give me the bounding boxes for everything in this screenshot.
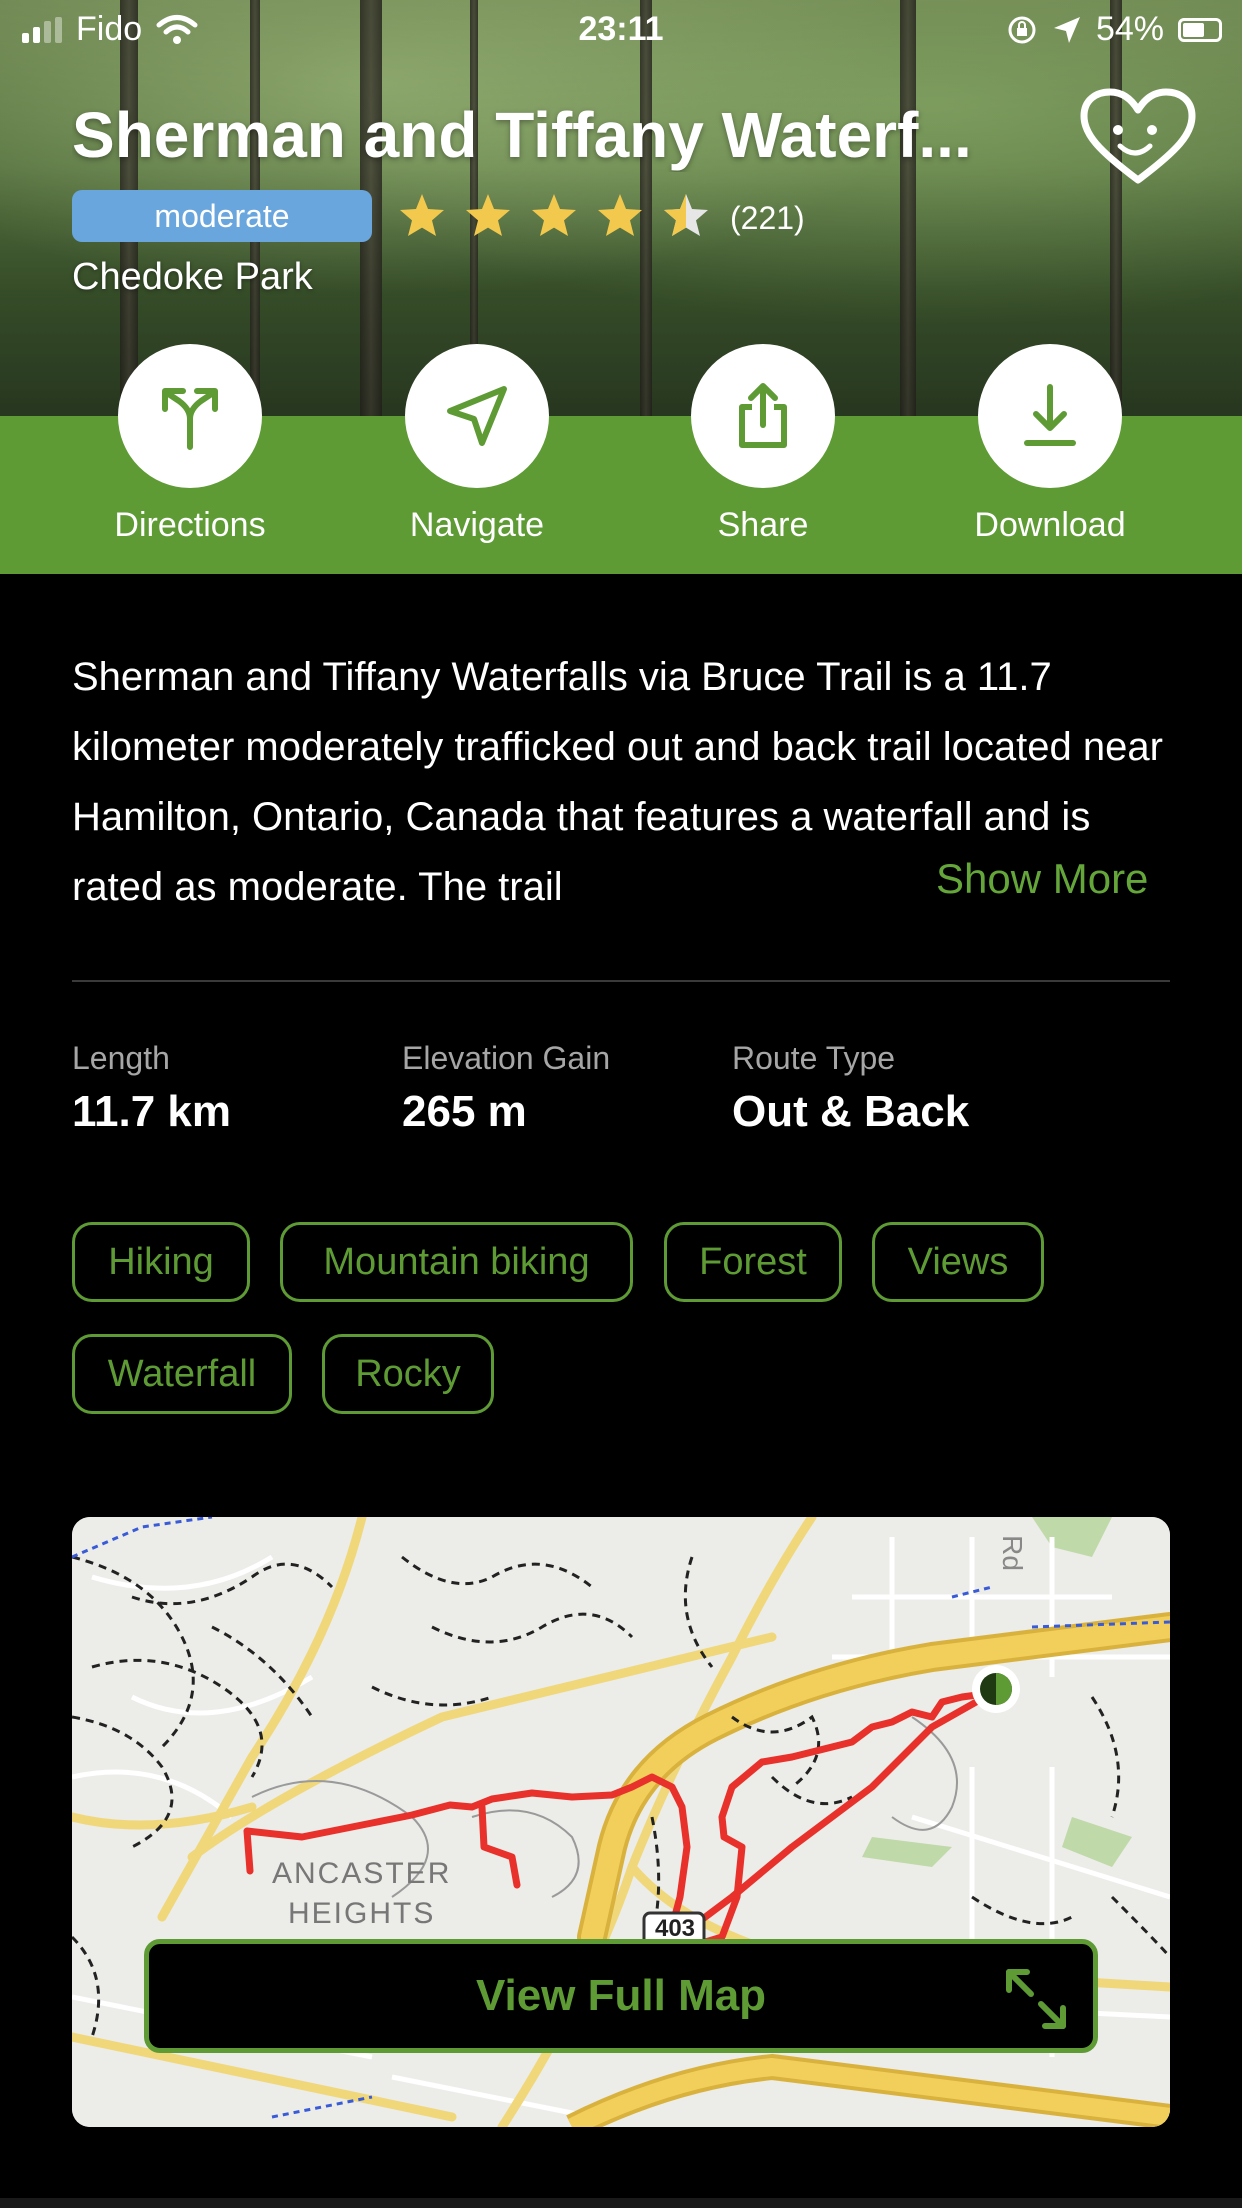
orientation-lock-icon xyxy=(1008,16,1036,43)
status-right: 54% xyxy=(1006,10,1222,49)
download-circle[interactable] xyxy=(978,344,1122,488)
expand-icon xyxy=(1006,1969,1066,2029)
show-more-link[interactable]: Show More xyxy=(930,855,1149,903)
stat-value: Out & Back xyxy=(732,1087,970,1136)
directions-label: Directions xyxy=(114,506,266,544)
navigate-button[interactable]: Navigate xyxy=(357,344,597,545)
download-label: Download xyxy=(974,506,1126,544)
share-circle[interactable] xyxy=(691,344,835,488)
section-divider xyxy=(72,980,1170,982)
tag-views[interactable]: Views xyxy=(872,1222,1044,1302)
navigate-circle[interactable] xyxy=(405,344,549,488)
stat-label: Route Type xyxy=(732,1040,896,1076)
navigate-icon xyxy=(447,386,507,446)
tag-rocky[interactable]: Rocky xyxy=(322,1334,494,1414)
navigate-label: Navigate xyxy=(409,506,545,544)
stat-route-type: Route Type Out & Back xyxy=(732,1040,969,1137)
trail-title: Sherman and Tiffany Waterf... xyxy=(72,99,972,171)
difficulty-badge: moderate xyxy=(72,190,372,242)
tag-waterfall[interactable]: Waterfall xyxy=(72,1334,292,1414)
view-full-map-label: View Full Map xyxy=(475,1971,767,2020)
view-full-map-button[interactable]: View Full Map xyxy=(144,1939,1098,2053)
action-buttons: Directions Navigate Share Download xyxy=(0,344,1242,574)
share-button[interactable]: Share xyxy=(643,344,883,545)
park-name[interactable]: Chedoke Park xyxy=(72,256,313,299)
status-bar: Fido 23:11 54% xyxy=(0,0,1242,62)
star-full-icon xyxy=(532,194,576,236)
road-label: Rd xyxy=(996,1535,1028,1571)
place-label-ancaster: ANCASTER xyxy=(272,1857,452,1890)
stat-elevation-gain: Elevation Gain 265 m xyxy=(402,1040,610,1137)
battery-percent: 54% xyxy=(1095,10,1164,48)
tag-hiking[interactable]: Hiking xyxy=(72,1222,250,1302)
location-arrow-icon xyxy=(1053,16,1080,43)
download-button[interactable]: Download xyxy=(930,344,1170,545)
star-full-icon xyxy=(598,194,642,236)
rating-count: (221) xyxy=(730,200,805,236)
directions-button[interactable]: Directions xyxy=(70,344,310,545)
tag-forest[interactable]: Forest xyxy=(664,1222,842,1302)
share-label: Share xyxy=(717,506,809,544)
directions-circle[interactable] xyxy=(118,344,262,488)
stat-label: Elevation Gain xyxy=(402,1040,611,1076)
trail-map[interactable]: ANCASTER HEIGHTS 403 Rd View Full Map xyxy=(72,1517,1170,2127)
place-label-heights: HEIGHTS xyxy=(288,1897,436,1930)
directions-icon xyxy=(162,388,218,450)
share-icon xyxy=(739,383,787,448)
stat-value: 11.7 km xyxy=(72,1087,232,1136)
download-icon xyxy=(1024,384,1076,446)
tag-mountain-biking[interactable]: Mountain biking xyxy=(280,1222,633,1302)
stat-length: Length 11.7 km xyxy=(72,1040,231,1137)
stat-label: Length xyxy=(72,1040,170,1076)
star-full-icon xyxy=(466,194,510,236)
bottom-strip xyxy=(0,2198,1242,2208)
star-full-icon xyxy=(400,194,444,236)
favorite-heart-icon[interactable] xyxy=(1078,88,1198,188)
battery-icon xyxy=(1178,17,1222,42)
stat-value: 265 m xyxy=(402,1087,527,1136)
star-rating xyxy=(398,192,710,238)
star-half-icon xyxy=(664,194,708,236)
